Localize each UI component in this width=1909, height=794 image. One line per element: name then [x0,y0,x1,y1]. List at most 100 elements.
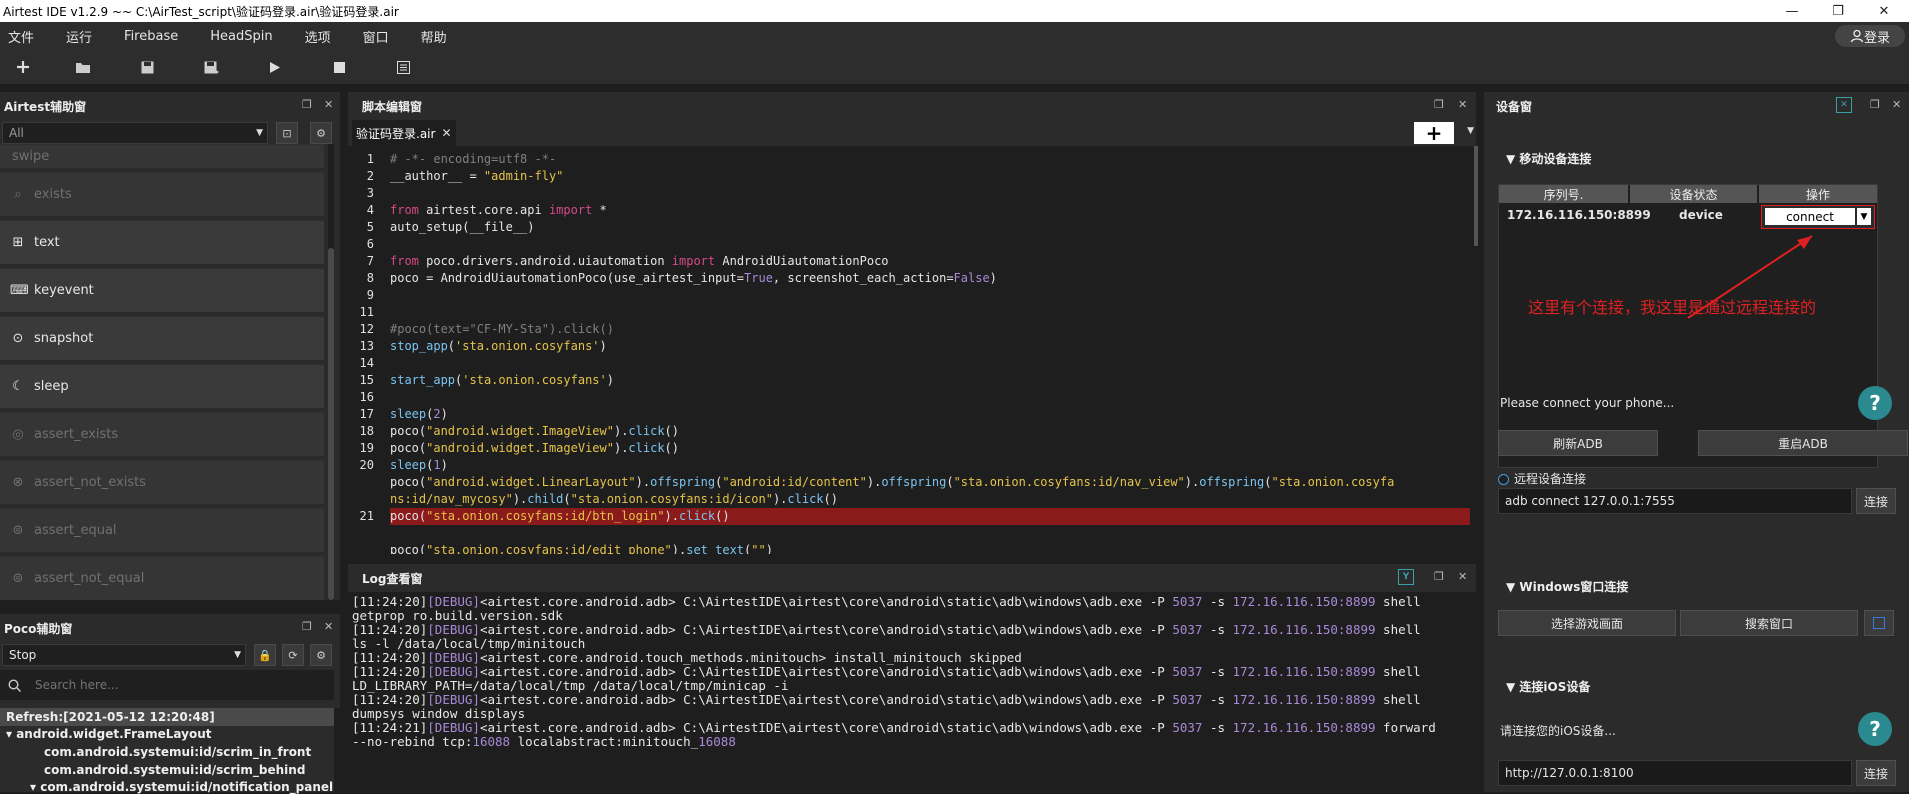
connect-dropdown-icon[interactable]: ▼ [1857,208,1871,225]
column-header-action[interactable]: 操作 [1759,185,1877,203]
float-icon[interactable]: ❐ [302,98,312,111]
float-icon[interactable]: ❐ [1434,570,1444,583]
settings-icon[interactable]: ⚙ [310,122,332,144]
mobile-section-header[interactable]: ▼ 移动设备连接 [1506,150,1591,167]
refresh-adb-button[interactable]: 刷新ADB [1498,430,1658,456]
login-button[interactable]: 登录 [1835,25,1905,47]
tree-node-scrim-in-front[interactable]: com.android.systemui:id/scrim_in_front [44,745,311,759]
code-line: poco("android.widget.ImageView").click() [390,424,679,438]
airtest-action-assert-not-exists[interactable]: ⊗ assert_not_exists [0,460,324,504]
select-game-window-button[interactable]: 选择游戏画面 [1498,610,1676,636]
airtest-action-keyevent[interactable]: ⌨ keyevent [0,268,324,312]
connect-button[interactable]: connect [1765,208,1855,225]
airtest-scrollbar-thumb[interactable] [328,248,334,600]
new-tab-button[interactable]: + [1414,121,1454,145]
menu-run[interactable]: 运行 [44,27,102,46]
connect-phone-message: Please connect your phone... [1500,396,1675,410]
airtest-action-text[interactable]: ⊞ text [0,220,324,264]
menu-file[interactable]: 文件 [0,27,44,46]
airtest-action-assert-exists[interactable]: ◎ assert_exists [0,412,324,456]
airtest-action-exists[interactable]: ⌕ exists [0,172,324,216]
log-line: [11:24:20][DEBUG]<airtest.core.android.a… [352,622,1421,637]
ios-connect-button[interactable]: 连接 [1856,760,1896,786]
remote-connect-button[interactable]: 连接 [1856,488,1896,514]
close-button[interactable]: ✕ [1861,0,1907,22]
code-line: # -*- encoding=utf8 -*- [390,152,557,166]
poco-search-input[interactable] [33,677,317,693]
airtest-action-swipe[interactable]: swipe [0,144,324,168]
airtest-action-sleep[interactable]: ☾ sleep [0,364,324,408]
poco-refresh-label: Refresh:[2021-05-12 12:20:48] [0,708,334,726]
ios-help-button[interactable]: ? [1858,712,1892,746]
save-icon[interactable] [132,54,162,80]
ios-section-header[interactable]: ▼ 连接iOS设备 [1506,678,1590,695]
line-number: 5 [366,220,374,234]
maximize-button[interactable]: ❐ [1815,0,1861,22]
remote-connect-radio[interactable] [1498,474,1509,485]
code-line: poco("android.widget.ImageView").click() [390,441,679,455]
refresh-icon[interactable]: ⟳ [282,644,304,666]
float-icon[interactable]: ❐ [1870,98,1880,111]
airtest-panel-header: Airtest辅助窗 ❐ ✕ [0,92,340,120]
action-filter-select[interactable]: All ▼ [2,122,268,144]
close-icon[interactable]: ✕ [324,620,333,633]
target-icon: ◎ [12,427,24,442]
code-line: stop_app('sta.onion.cosyfans') [390,339,607,353]
device-status: device [1679,208,1723,222]
record-icon[interactable]: ⊡ [276,122,298,144]
window-target-icon[interactable] [1864,610,1894,636]
code-editor[interactable]: 1 # -*- encoding=utf8 -*- 2 __author__ = "a… [348,146,1472,554]
column-header-serial[interactable]: 序列号. [1499,185,1628,203]
lock-icon[interactable]: 🔒 [254,644,276,666]
close-icon[interactable]: ✕ [1458,570,1467,583]
line-number: 17 [359,407,374,421]
open-folder-icon[interactable] [68,54,98,80]
menu-headspin[interactable]: HeadSpin [188,29,282,44]
minimize-button[interactable]: — [1769,0,1815,22]
close-icon[interactable]: ✕ [324,98,333,111]
line-number: 18 [359,424,374,438]
code-line: ns:id/nav_mycosy").child("sta.onion.cosy… [390,492,838,506]
ios-url-input[interactable]: http://127.0.0.1:8100 [1498,760,1852,786]
windows-section-header[interactable]: ▼ Windows窗口连接 [1506,578,1628,595]
close-icon[interactable]: ✕ [441,126,451,140]
close-icon[interactable]: ✕ [1892,98,1901,111]
search-window-button[interactable]: 搜索窗口 [1680,610,1858,636]
menu-firebase[interactable]: Firebase [102,29,188,44]
poco-mode-select[interactable]: Stop ▼ [2,644,246,666]
log-icon[interactable] [388,54,418,80]
code-line: from airtest.core.api import * [390,203,607,217]
tools-icon[interactable]: ✕ [1836,97,1852,113]
run-icon[interactable] [260,54,290,80]
chevron-down-icon[interactable]: ▼ [1467,126,1474,136]
code-line: poco("sta.onion.cosyfans:id/edit_phone")… [390,543,773,554]
menu-help[interactable]: 帮助 [399,27,457,46]
help-button[interactable]: ? [1858,386,1892,420]
save-as-icon[interactable] [196,54,226,80]
airtest-action-snapshot[interactable]: ⊙ snapshot [0,316,324,360]
remote-connect-input[interactable]: adb connect 127.0.0.1:7555 [1498,488,1852,514]
airtest-action-swipe-label: swipe [12,149,50,164]
restart-adb-button[interactable]: 重启ADB [1698,430,1908,456]
annotation-text: 这里有个连接，我这里是通过远程连接的 [1528,298,1817,317]
column-header-status[interactable]: 设备状态 [1630,185,1757,203]
close-icon[interactable]: ✕ [1458,98,1467,111]
editor-scrollbar[interactable] [1474,146,1478,246]
tree-node-framelayout[interactable]: ▾ android.widget.FrameLayout [6,727,211,741]
airtest-action-assert-not-equal[interactable]: ⊜ assert_not_equal [0,556,324,600]
float-icon[interactable]: ❐ [1434,98,1444,111]
settings-icon[interactable]: ⚙ [310,644,332,666]
code-line: poco("sta.onion.cosyfans:id/btn_login").… [390,509,730,523]
log-output[interactable]: [11:24:20][DEBUG]<airtest.core.android.a… [348,592,1472,792]
airtest-action-assert-equal[interactable]: ⊜ assert_equal [0,508,324,552]
tree-node-scrim-behind[interactable]: com.android.systemui:id/scrim_behind [44,763,305,777]
tab-verification-login[interactable]: 验证码登录.air ✕ [352,120,456,146]
new-file-icon[interactable] [8,54,38,80]
airtest-action-label: assert_equal [34,523,117,538]
menu-window[interactable]: 窗口 [341,27,399,46]
poco-search-bar[interactable] [0,670,334,700]
filter-icon[interactable]: Y [1398,569,1414,585]
float-icon[interactable]: ❐ [302,620,312,633]
menu-options[interactable]: 选项 [283,27,341,46]
stop-icon[interactable] [324,54,354,80]
